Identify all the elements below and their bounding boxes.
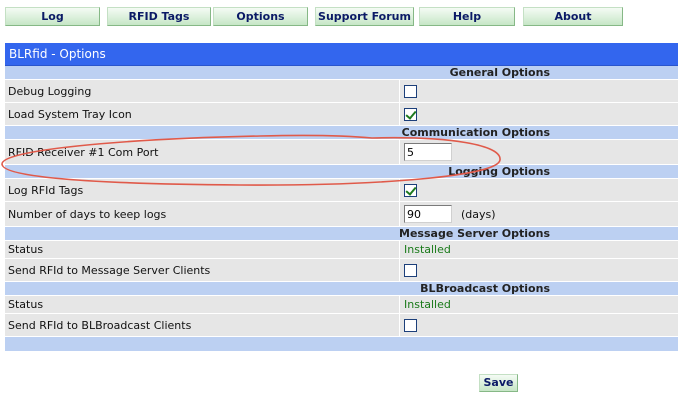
broadcast-send-label: Send RFId to BLBroadcast Clients — [5, 314, 400, 336]
log-tags-checkbox[interactable] — [404, 183, 417, 197]
message-server-send-cell — [400, 259, 678, 281]
message-server-status-cell: Installed — [400, 241, 678, 258]
com-port-row: RFID Receiver #1 Com Port — [5, 140, 678, 165]
logging-options-header: Logging Options — [5, 165, 678, 179]
log-tags-label: Log RFId Tags — [5, 179, 400, 201]
nav-options-button[interactable]: Options — [213, 7, 308, 26]
nav-about-button[interactable]: About — [523, 7, 623, 26]
debug-logging-row: Debug Logging — [5, 80, 678, 103]
message-server-send-label: Send RFId to Message Server Clients — [5, 259, 400, 281]
tray-icon-checkbox[interactable] — [404, 107, 417, 121]
message-server-status-label: Status — [5, 241, 400, 258]
message-server-send-checkbox[interactable] — [404, 263, 417, 277]
communication-options-header: Communication Options — [5, 126, 678, 140]
tray-icon-value-cell — [400, 103, 678, 125]
panel-title: BLRfid - Options — [5, 43, 678, 66]
top-nav: Log RFID Tags Options Support Forum Help… — [0, 0, 678, 34]
broadcast-status-label: Status — [5, 296, 400, 313]
com-port-label: RFID Receiver #1 Com Port — [5, 140, 400, 164]
nav-support-forum-button[interactable]: Support Forum — [315, 7, 414, 26]
message-server-status-row: Status Installed — [5, 241, 678, 259]
debug-logging-label: Debug Logging — [5, 80, 400, 102]
broadcast-options-header: BLBroadcast Options — [5, 282, 678, 296]
broadcast-send-row: Send RFId to BLBroadcast Clients — [5, 314, 678, 337]
nav-help-button[interactable]: Help — [419, 7, 515, 26]
log-tags-value-cell — [400, 179, 678, 201]
message-server-send-row: Send RFId to Message Server Clients — [5, 259, 678, 282]
days-to-keep-value-cell: (days) — [400, 202, 678, 226]
days-to-keep-label: Number of days to keep logs — [5, 202, 400, 226]
nav-rfid-tags-button[interactable]: RFID Tags — [107, 7, 211, 26]
message-server-status-value: Installed — [404, 243, 451, 256]
com-port-input[interactable] — [404, 143, 452, 161]
broadcast-send-cell — [400, 314, 678, 336]
days-unit-label: (days) — [461, 207, 496, 221]
broadcast-status-row: Status Installed — [5, 296, 678, 314]
log-tags-row: Log RFId Tags — [5, 179, 678, 202]
general-options-header: General Options — [5, 66, 678, 80]
debug-logging-value-cell — [400, 80, 678, 102]
com-port-value-cell — [400, 140, 678, 164]
debug-logging-checkbox[interactable] — [404, 84, 417, 98]
broadcast-status-value: Installed — [404, 298, 451, 311]
tray-icon-row: Load System Tray Icon — [5, 103, 678, 126]
broadcast-send-checkbox[interactable] — [404, 318, 417, 332]
nav-log-button[interactable]: Log — [5, 7, 100, 26]
tray-icon-label: Load System Tray Icon — [5, 103, 400, 125]
message-server-options-header: Message Server Options — [5, 227, 678, 241]
days-to-keep-row: Number of days to keep logs (days) — [5, 202, 678, 227]
save-button[interactable]: Save — [479, 374, 518, 392]
options-panel: BLRfid - Options General Options Debug L… — [5, 43, 678, 351]
days-to-keep-input[interactable] — [404, 205, 452, 223]
panel-footer-bar — [5, 337, 678, 351]
broadcast-status-cell: Installed — [400, 296, 678, 313]
